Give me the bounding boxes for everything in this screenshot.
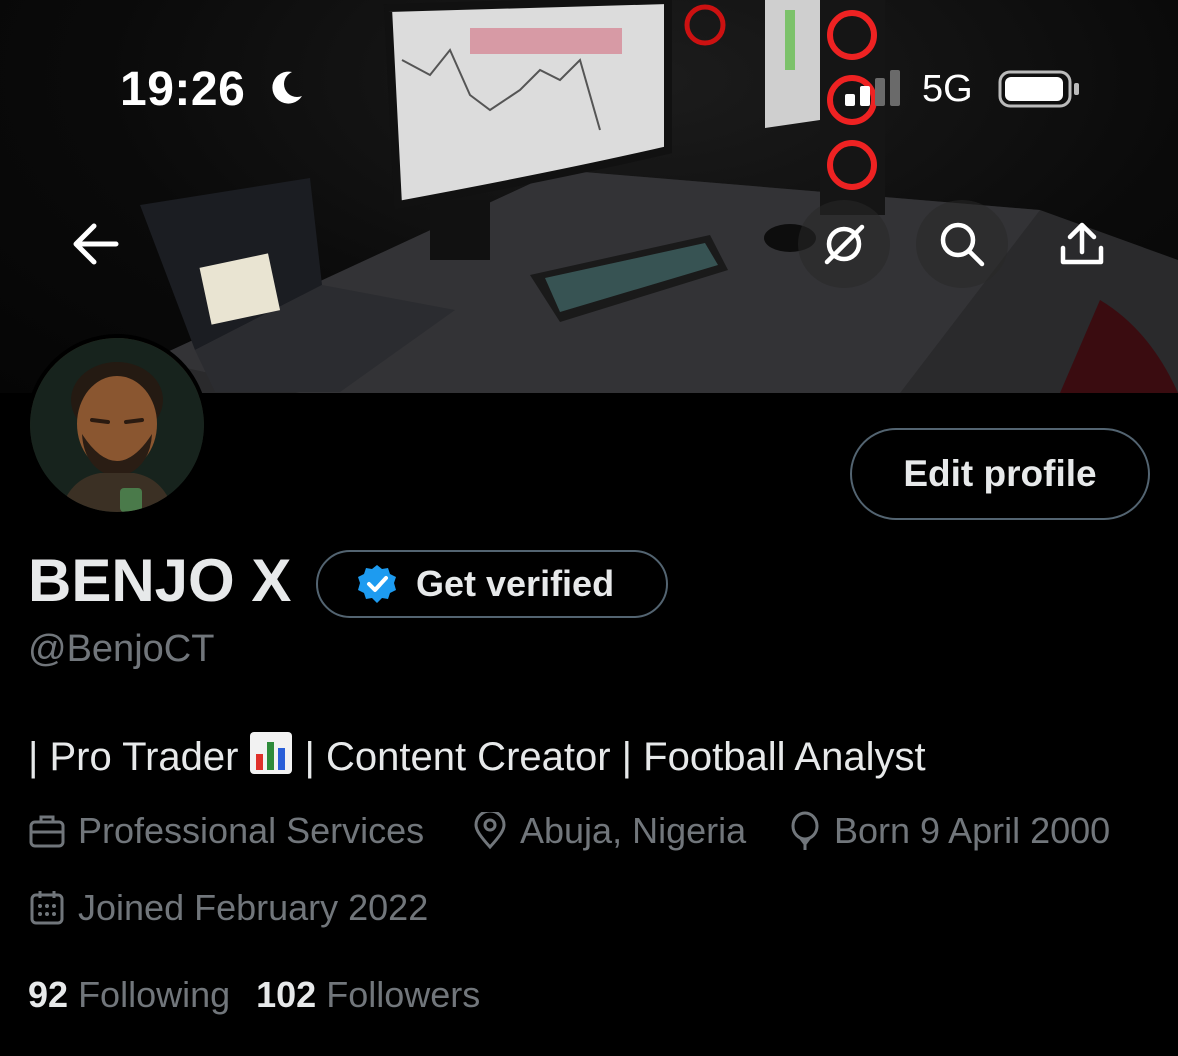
share-button[interactable] — [1036, 200, 1128, 288]
profile-birthday: Born 9 April 2000 — [788, 810, 1110, 852]
search-button[interactable] — [916, 200, 1008, 288]
get-verified-label: Get verified — [416, 563, 615, 604]
profile-category: Professional Services — [28, 810, 424, 852]
joined-text: Joined February 2022 — [78, 887, 429, 928]
moon-icon — [272, 71, 302, 104]
profile-location: Abuja, Nigeria — [472, 810, 746, 852]
birthday-text: Born 9 April 2000 — [834, 810, 1111, 851]
avatar-image — [30, 338, 204, 512]
follow-stats: 92 Following 102 Followers — [28, 974, 480, 1016]
profile-banner[interactable]: 19:26 5G — [0, 0, 1178, 393]
grok-icon — [824, 224, 865, 265]
location-pin-icon — [474, 812, 506, 850]
briefcase-icon — [29, 815, 65, 848]
location-text: Abuja, Nigeria — [520, 810, 747, 851]
edit-profile-button[interactable]: Edit profile — [850, 428, 1150, 520]
get-verified-button[interactable]: Get verified — [316, 550, 668, 618]
user-handle: @BenjoCT — [28, 628, 215, 670]
network-type: 5G — [922, 68, 973, 110]
bar-chart-icon — [248, 730, 294, 786]
arrow-left-icon[interactable] — [72, 222, 120, 266]
bio-text-end: | Content Creator | Football Analyst — [304, 735, 926, 779]
bio-text-start: | Pro Trader — [28, 735, 239, 779]
avatar[interactable] — [26, 334, 208, 516]
followers-link[interactable]: 102 Followers — [256, 974, 480, 1015]
battery-icon — [998, 70, 1079, 108]
following-link[interactable]: 92 Following — [28, 974, 230, 1015]
profile-joined: Joined February 2022 — [28, 887, 428, 929]
following-count: 92 — [28, 974, 69, 1015]
banner-image — [120, 0, 1178, 393]
share-icon — [1060, 222, 1104, 265]
status-time: 19:26 — [120, 63, 246, 116]
category-text: Professional Services — [78, 810, 425, 851]
grok-button[interactable] — [798, 200, 890, 288]
followers-count: 102 — [256, 974, 317, 1015]
calendar-icon — [30, 891, 64, 925]
signal-icon — [845, 70, 900, 106]
balloon-icon — [791, 811, 819, 850]
bio: | Pro Trader | Content Creator | Football… — [28, 730, 926, 786]
following-label: Following — [78, 974, 231, 1015]
followers-label: Followers — [326, 974, 481, 1015]
verified-badge-icon — [358, 565, 396, 603]
display-name: BENJO X — [28, 547, 292, 614]
search-icon — [940, 222, 985, 267]
